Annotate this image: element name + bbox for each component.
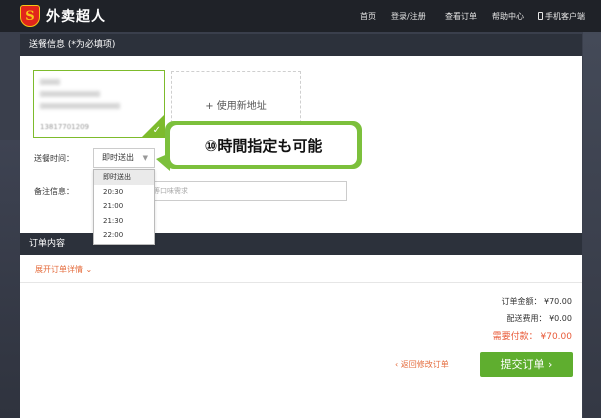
top-nav-bar: S 外卖超人 首页 登录/注册 查看订单 帮助中心 手机客户端: [0, 0, 601, 32]
delivery-fee: 配送费用： ¥0.00: [506, 314, 572, 323]
expand-order-details-label: 展开订单详情: [35, 265, 83, 274]
time-option[interactable]: 21:30: [94, 214, 154, 229]
chevron-down-icon: ⌄: [85, 265, 93, 274]
address-name-blurred: [40, 79, 60, 85]
chevron-down-icon: ▼: [142, 154, 148, 162]
chevron-right-icon: ›: [548, 358, 553, 371]
nav-home[interactable]: 首页: [360, 11, 376, 22]
nav-mobile-client[interactable]: 手机客户端: [538, 11, 585, 22]
delivery-time-dropdown: 即时送出 20:30 21:00 21:30 22:00: [93, 169, 155, 245]
delivery-time-label: 送餐时间：: [34, 154, 74, 163]
back-to-edit-order-link[interactable]: ‹ 返回修改订单: [395, 359, 449, 370]
delivery-time-select[interactable]: 即时送出 ▼: [93, 148, 155, 168]
background-left: [0, 140, 20, 418]
phone-icon: [538, 12, 543, 20]
back-to-edit-order-label: 返回修改订单: [400, 360, 449, 369]
annotation-text: ⑩時間指定も可能: [170, 125, 357, 165]
address-phone: 13817701209: [40, 123, 89, 131]
delivery-section-header: 送餐信息 (*为必填项): [20, 34, 582, 56]
logo[interactable]: S 外卖超人: [20, 5, 106, 27]
logo-text: 外卖超人: [46, 9, 106, 25]
nav-login-register[interactable]: 登录/注册: [391, 11, 426, 22]
submit-order-label: 提交订单: [500, 358, 545, 371]
time-option[interactable]: 20:30: [94, 185, 154, 200]
nav-help-center[interactable]: 帮助中心: [492, 11, 524, 22]
saved-address-card[interactable]: 13817701209 ✓: [33, 70, 165, 138]
total-payable: 需要付款： ¥70.00: [492, 332, 572, 342]
background-right: [583, 32, 601, 418]
time-option[interactable]: 21:00: [94, 199, 154, 214]
nav-view-orders[interactable]: 查看订单: [445, 11, 477, 22]
order-card: 送餐信息 (*为必填项) 13817701209 ✓ + 使用新地址 送餐时间：…: [20, 34, 582, 418]
expand-order-details-link[interactable]: 展开订单详情 ⌄: [35, 264, 92, 275]
remark-label: 备注信息：: [34, 187, 74, 196]
submit-order-button[interactable]: 提交订单 ›: [480, 352, 573, 377]
check-icon: ✓: [152, 125, 161, 136]
address-line-blurred: [40, 91, 100, 97]
time-option[interactable]: 即时送出: [94, 170, 154, 185]
logo-shield-icon: S: [20, 5, 40, 27]
annotation-callout: ⑩時間指定も可能: [165, 121, 362, 169]
delivery-time-value: 即时送出: [102, 153, 134, 162]
time-option[interactable]: 22:00: [94, 228, 154, 243]
divider: [20, 282, 582, 283]
order-amount: 订单金额： ¥70.00: [501, 297, 572, 306]
nav-mobile-client-label: 手机客户端: [545, 12, 585, 21]
address-line-blurred: [40, 103, 120, 109]
